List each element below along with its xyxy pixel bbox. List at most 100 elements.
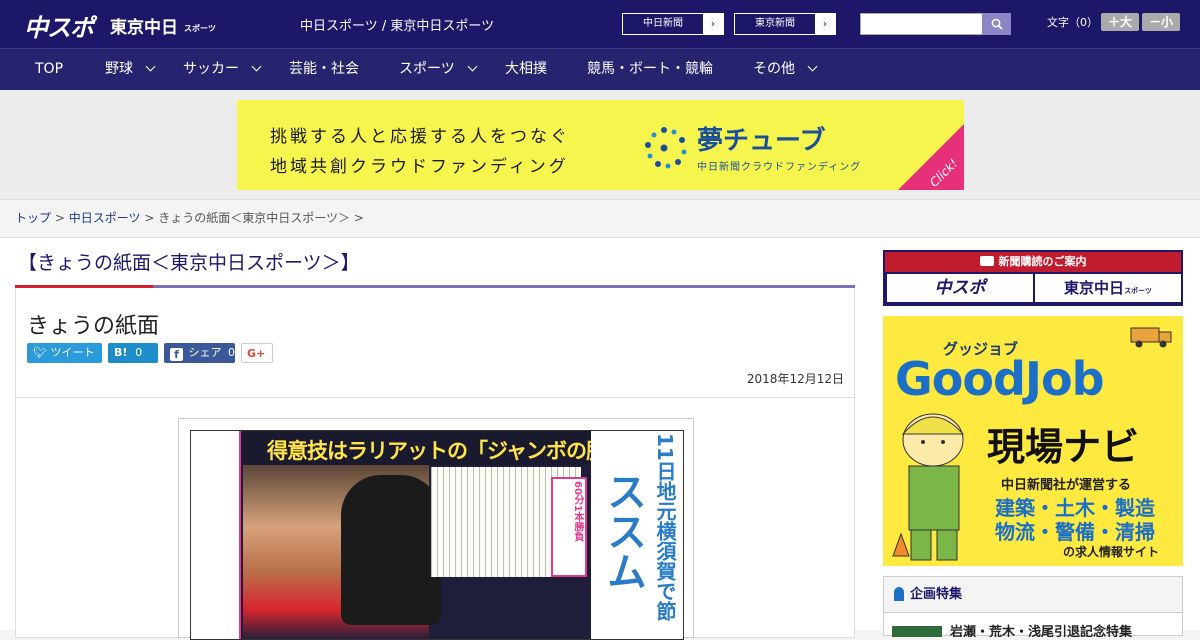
font-bigger-button[interactable]: ＋大: [1101, 13, 1139, 31]
nav-item-sumo[interactable]: 大相撲: [505, 49, 547, 91]
breadcrumb-separator: >: [144, 211, 155, 225]
goodjob-banner[interactable]: グッジョブ GoodJob 現場ナビ 中日新聞社が運営する 建築・土木・製造 物…: [883, 316, 1183, 566]
tweet-button[interactable]: 🐦︎ ツイート: [27, 343, 102, 363]
goodjob-desc: 中日新聞社が運営する: [1001, 478, 1132, 493]
newspaper-front-page: 得意技はラリアットの「ジャンボの勝ち」 60分1本勝負 11日地元横須賀で節目の…: [190, 430, 684, 640]
search-button[interactable]: [982, 13, 1011, 35]
link-label: 中日新聞: [643, 18, 683, 29]
logo-tokyo: 東京中日: [110, 18, 178, 38]
nav-label: サッカー: [183, 61, 239, 77]
breadcrumb-separator: >: [353, 211, 364, 225]
newspaper-image[interactable]: 得意技はラリアットの「ジャンボの勝ち」 60分1本勝負 11日地元横須賀で節目の…: [178, 418, 694, 640]
site-title: 中日スポーツ / 東京中日スポーツ: [300, 19, 495, 34]
tweet-label: ツイート: [50, 346, 95, 359]
subscription-box[interactable]: 新聞購読のご案内 中スポ 東京中日スポーツ: [883, 250, 1183, 306]
banner-brand: 夢チューブ: [697, 126, 826, 156]
goodjob-title: GoodJob: [895, 352, 1105, 406]
tokyo-shimbun-link[interactable]: 東京新聞 ›: [734, 13, 836, 35]
chevron-down-icon: [807, 61, 818, 72]
chevron-down-icon: [467, 61, 478, 72]
logo-main: 中スポ: [24, 14, 94, 42]
sub-logo2-small: スポーツ: [1124, 287, 1152, 295]
chevron-right-icon: ›: [815, 14, 835, 34]
nav-item-baseball[interactable]: 野球: [105, 49, 156, 91]
chunichi-shimbun-link[interactable]: 中日新聞 ›: [622, 13, 724, 35]
worker-mascot-icon: [892, 413, 965, 561]
goodjob-cats-2: 物流・警備・清掃: [995, 520, 1155, 544]
link-label: 東京新聞: [755, 18, 795, 29]
nav-item-entertainment[interactable]: 芸能・社会: [289, 49, 359, 91]
nav-label: 野球: [105, 61, 133, 77]
nav-label: 芸能・社会: [289, 61, 359, 77]
nav-label: 競馬・ボート・競輪: [587, 61, 713, 77]
truck-icon: [1130, 327, 1172, 348]
logo-small: スポーツ: [184, 24, 216, 33]
hatena-count: 0: [135, 346, 143, 359]
article-content: 得意技はラリアットの「ジャンボの勝ち」 60分1本勝負 11日地元横須賀で節目の…: [15, 398, 855, 640]
font-size-label: 文字（0）: [1047, 16, 1098, 29]
breadcrumb-chunichi-sports[interactable]: 中日スポーツ: [69, 211, 141, 225]
subscription-heading: 新聞購読のご案内: [885, 252, 1181, 272]
nav-item-soccer[interactable]: サッカー: [183, 49, 262, 91]
yume-tube-banner[interactable]: 挑戦する人と応援する人をつなぐ 地域共創クラウドファンディング 夢チューブ 中日…: [237, 100, 964, 190]
banner-brand-sub: 中日新聞クラウドファンディング: [697, 162, 862, 173]
nav-item-other[interactable]: その他: [753, 49, 818, 91]
goodjob-tail: の求人情報サイト: [1063, 545, 1160, 559]
subscribe-chuspo-logo[interactable]: 中スポ: [887, 274, 1033, 302]
facebook-icon: f: [170, 348, 183, 361]
banner-line-2: 地域共創クラウドファンディング: [270, 157, 569, 177]
breadcrumb-separator: >: [54, 211, 65, 225]
facebook-share-button[interactable]: f シェア 0: [164, 343, 235, 363]
nav-label: スポーツ: [399, 61, 455, 77]
subscription-heading-text: 新聞購読のご案内: [998, 255, 1087, 268]
feature-thumbnail: [892, 625, 942, 637]
nav-item-keiba[interactable]: 競馬・ボート・競輪: [587, 49, 713, 91]
twitter-bird-icon: 🐦︎: [33, 346, 47, 359]
feature-item-title: 岩瀬・荒木・浅尾引退記念特集: [950, 625, 1133, 637]
facebook-count: 0: [228, 346, 235, 359]
banner-area: 挑戦する人と応援する人をつなぐ 地域共創クラウドファンディング 夢チューブ 中日…: [0, 90, 1200, 200]
main-nav: TOP 野球 サッカー 芸能・社会 スポーツ 大相撲 競馬・ボート・競輪 その他: [0, 48, 1200, 90]
paper-wrestler-shape: [341, 475, 441, 625]
section-title: 【きょうの紙面＜東京中日スポーツ＞】: [18, 252, 360, 274]
sub-logo2-text: 東京中日: [1064, 279, 1125, 297]
feature-heading: 企画特集: [884, 577, 1182, 613]
feature-item[interactable]: 岩瀬・荒木・浅尾引退記念特集: [892, 621, 1172, 637]
ribbon-icon: [894, 587, 904, 601]
paper-vertical-headline: 11日地元横須賀で節目のデビュー: [653, 433, 677, 621]
chuspo-logo[interactable]: 中スポ 東京中日 スポーツ: [24, 8, 216, 42]
font-smaller-button[interactable]: －小: [1142, 13, 1180, 31]
newspaper-icon: [979, 256, 994, 266]
chevron-down-icon: [145, 61, 156, 72]
goodjob-subtitle: 現場ナビ: [987, 425, 1140, 469]
breadcrumb: トップ > 中日スポーツ > きょうの紙面＜東京中日スポーツ＞ >: [0, 200, 1200, 238]
facebook-label: シェア: [188, 346, 222, 359]
feature-box: 企画特集 岩瀬・荒木・浅尾引退記念特集: [883, 576, 1183, 637]
hatena-bookmark-button[interactable]: B! 0: [108, 343, 158, 363]
nav-label: TOP: [35, 61, 64, 77]
nav-item-top[interactable]: TOP: [35, 49, 63, 91]
breadcrumb-current: きょうの紙面＜東京中日スポーツ＞: [158, 211, 350, 225]
hatena-icon: B!: [114, 346, 128, 359]
main-area: 【きょうの紙面＜東京中日スポーツ＞】 きょうの紙面 🐦︎ ツイート B! 0 f…: [0, 238, 1200, 640]
nav-label: 大相撲: [505, 61, 547, 77]
search-icon: [991, 18, 1003, 30]
breadcrumb-top[interactable]: トップ: [15, 211, 51, 225]
nav-label: その他: [753, 61, 795, 77]
subscribe-tokyo-chunichi-logo[interactable]: 東京中日スポーツ: [1035, 274, 1181, 302]
banner-line-1: 挑戦する人と応援する人をつなぐ: [270, 127, 570, 147]
article-header: きょうの紙面 🐦︎ ツイート B! 0 f シェア 0 G+ 2018年12月1…: [15, 288, 855, 398]
article-title: きょうの紙面: [27, 314, 160, 339]
paper-badge: 60分1本勝負: [572, 481, 583, 542]
chevron-right-icon: ›: [703, 14, 723, 34]
chevron-down-icon: [251, 61, 262, 72]
dots-logo-icon: [645, 127, 687, 169]
paper-left-column: [191, 431, 241, 639]
nav-item-sports[interactable]: スポーツ: [399, 49, 478, 91]
article-date: 2018年12月12日: [746, 372, 844, 386]
google-plus-button[interactable]: G+: [241, 343, 273, 363]
feature-heading-text: 企画特集: [910, 587, 963, 602]
paper-big-name: ススム: [600, 471, 646, 591]
paper-headline: 得意技はラリアットの「ジャンボの勝ち」: [267, 439, 647, 463]
site-header: 中スポ 東京中日 スポーツ 中日スポーツ / 東京中日スポーツ 中日新聞 › 東…: [0, 0, 1200, 48]
